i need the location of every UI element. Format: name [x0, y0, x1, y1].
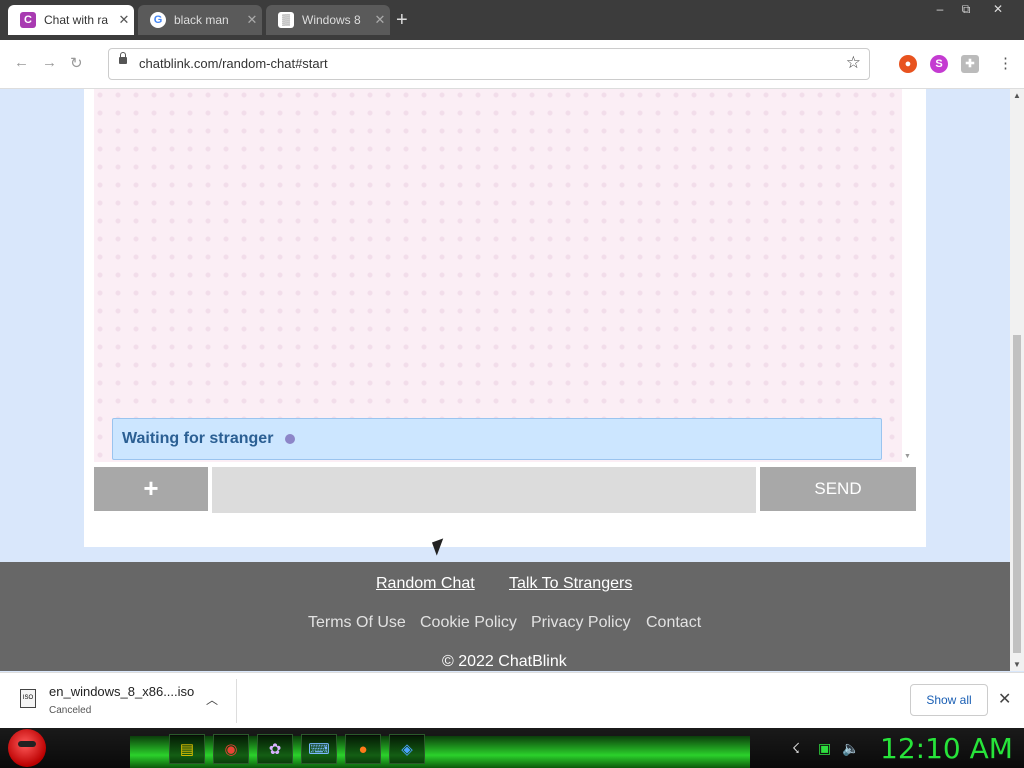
status-banner: Waiting for stranger — [112, 418, 882, 460]
extension-s-icon[interactable]: S — [930, 55, 948, 73]
tab-title: Chat with ra — [44, 13, 109, 27]
tray-arrow-icon[interactable]: ☇ — [792, 740, 800, 757]
google-favicon-icon: G — [150, 12, 166, 28]
taskbar: ▤ ◉ ✿ ⌨ ● ◈ ☇ ▣ 🔈 12:10 AM — [0, 728, 1024, 768]
network-app-icon[interactable]: ◈ — [389, 734, 425, 764]
new-tab-button[interactable]: + — [396, 9, 408, 32]
chatblink-favicon-icon: C — [20, 12, 36, 28]
tab-windows8[interactable]: ▒ Windows 8 ✕ — [266, 5, 390, 35]
keyboard-icon[interactable]: ⌨ — [301, 734, 337, 764]
tab-chat[interactable]: C Chat with ra ✕ — [8, 5, 134, 35]
download-filename[interactable]: en_windows_8_x86....iso — [49, 684, 194, 699]
start-button-icon[interactable] — [8, 729, 46, 767]
volume-icon[interactable]: 🔈 — [842, 740, 859, 757]
browser-toolbar: ← → ↻ chatblink.com/random-chat#start ☆ … — [0, 40, 1024, 89]
site-footer: Random Chat Talk To Strangers Terms Of U… — [0, 562, 1010, 671]
restore-button[interactable]: ⧉ — [950, 0, 982, 18]
scroll-down-arrow-icon[interactable]: ▼ — [1013, 660, 1021, 669]
forward-arrow-icon[interactable]: → — [42, 54, 57, 71]
download-status: Canceled — [49, 705, 92, 716]
footer-link-cookie-policy[interactable]: Cookie Policy — [420, 614, 517, 632]
tab-close-icon[interactable]: ✕ — [370, 12, 390, 28]
back-arrow-icon[interactable]: ← — [14, 54, 29, 71]
scrollbar-thumb[interactable] — [1013, 335, 1021, 653]
footer-link-talk-to-strangers[interactable]: Talk To Strangers — [509, 575, 632, 593]
footer-link-random-chat[interactable]: Random Chat — [376, 575, 475, 593]
iso-file-icon: ISO — [20, 689, 36, 708]
footer-link-privacy-policy[interactable]: Privacy Policy — [531, 614, 631, 632]
chat-scrollbar[interactable]: ▼ — [902, 89, 912, 462]
close-download-bar-icon[interactable]: ✕ — [998, 689, 1011, 709]
footer-link-contact[interactable]: Contact — [646, 614, 701, 632]
page-viewport: Waiting for stranger ▼ + SEND Random Cha… — [0, 89, 1010, 671]
chat-container: Waiting for stranger ▼ + SEND — [84, 89, 926, 547]
divider — [236, 679, 237, 723]
window-close-button[interactable]: ✕ — [982, 0, 1014, 18]
extension-fire-icon[interactable]: ● — [899, 55, 917, 73]
send-button[interactable]: SEND — [760, 467, 916, 511]
footer-link-terms[interactable]: Terms Of Use — [308, 614, 406, 632]
extensions-puzzle-icon[interactable]: ✚ — [961, 55, 979, 73]
archive-favicon-icon: ▒ — [278, 12, 294, 28]
scroll-up-arrow-icon[interactable]: ▲ — [1013, 91, 1021, 100]
tab-google-search[interactable]: G black man ✕ — [138, 5, 262, 35]
menu-kebab-icon[interactable]: ⋮ — [998, 54, 1013, 72]
download-bar: ISO en_windows_8_x86....iso Canceled ︿ S… — [0, 672, 1024, 729]
tab-close-icon[interactable]: ✕ — [242, 12, 262, 28]
address-bar[interactable]: chatblink.com/random-chat#start ☆ — [108, 48, 870, 80]
waiting-status-text: Waiting for stranger — [122, 430, 274, 447]
chat-messages-area: Waiting for stranger — [94, 89, 902, 462]
message-input[interactable] — [212, 467, 756, 513]
add-media-button[interactable]: + — [94, 467, 208, 511]
page-scrollbar[interactable]: ▲ ▼ — [1010, 89, 1024, 671]
tab-title: black man — [174, 13, 229, 27]
chevron-up-icon[interactable]: ︿ — [206, 691, 218, 708]
url-text[interactable]: chatblink.com/random-chat#start — [139, 56, 328, 71]
taskbar-clock[interactable]: 12:10 AM — [880, 732, 1013, 765]
firefox-icon[interactable]: ● — [345, 734, 381, 764]
show-all-button[interactable]: Show all — [910, 684, 988, 716]
scroll-down-arrow-icon[interactable]: ▼ — [904, 453, 911, 460]
copyright-text: © 2022 ChatBlink — [442, 653, 567, 670]
tab-strip: C Chat with ra ✕ G black man ✕ ▒ Windows… — [0, 0, 1024, 40]
file-explorer-icon[interactable]: ▤ — [169, 734, 205, 764]
media-app-icon[interactable]: ✿ — [257, 734, 293, 764]
typing-dot-icon — [285, 434, 296, 444]
reload-icon[interactable]: ↻ — [70, 54, 83, 72]
tab-close-icon[interactable]: ✕ — [114, 12, 134, 28]
lock-icon — [119, 52, 127, 64]
battery-icon[interactable]: ▣ — [818, 740, 831, 757]
chrome-icon[interactable]: ◉ — [213, 734, 249, 764]
bookmark-star-icon[interactable]: ☆ — [846, 53, 861, 73]
tab-title: Windows 8 — [302, 13, 361, 27]
